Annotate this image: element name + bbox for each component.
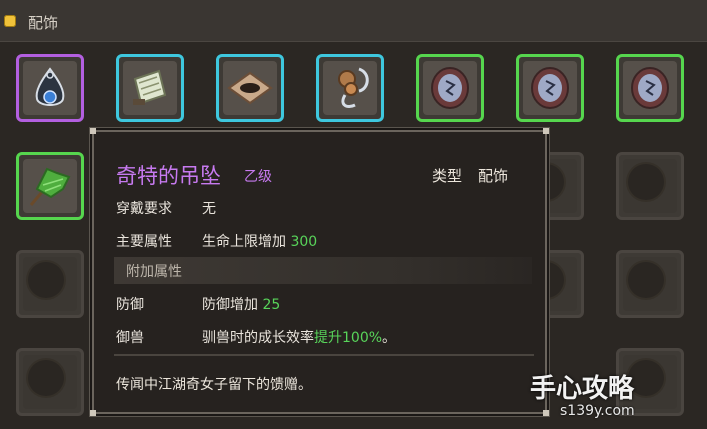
watermark-brand: 手心攻略	[530, 374, 635, 404]
item-slot-medallion-2[interactable]	[516, 54, 584, 122]
item-slot-empty[interactable]	[616, 250, 684, 318]
item-slot-pendant[interactable]	[16, 54, 84, 122]
item-slot-medallion-3[interactable]	[616, 54, 684, 122]
main-attr-label: 主要属性	[116, 234, 172, 250]
item-slot-eye-talisman[interactable]	[216, 54, 284, 122]
eye-talisman-icon	[227, 71, 273, 105]
extra-attr-title: 附加属性	[126, 264, 182, 280]
extra-attr-label: 防御	[116, 297, 144, 313]
requirement-value: 无	[202, 201, 216, 217]
item-slot-hook-gourd[interactable]	[316, 54, 384, 122]
extra-attr-line: 防御增加 25	[202, 294, 280, 314]
flavor-text: 传闻中江湖奇女子留下的馈赠。	[116, 377, 312, 393]
main-attr-line: 生命上限增加 300	[202, 231, 317, 251]
category-header: 配饰	[0, 0, 707, 42]
item-name: 奇特的吊坠	[116, 164, 221, 188]
item-slot-empty[interactable]	[616, 152, 684, 220]
extra-attr-value: 提升100%	[314, 330, 383, 346]
extra-attr-text: 驯兽时的成长效率	[202, 330, 314, 346]
item-slot-empty[interactable]	[16, 348, 84, 416]
scroll-icon	[133, 69, 167, 105]
medallion-icon	[531, 67, 569, 109]
pendant-icon	[35, 67, 65, 106]
item-grade: 乙级	[244, 169, 272, 185]
item-slot-herb[interactable]	[16, 152, 84, 220]
medallion-icon	[431, 67, 469, 109]
extra-attr-suffix: 。	[382, 330, 397, 346]
divider	[114, 354, 534, 356]
medallion-icon	[631, 67, 669, 109]
main-attr-value: 300	[290, 234, 318, 250]
category-title: 配饰	[28, 14, 59, 32]
extra-attr-value: 25	[262, 297, 281, 313]
main-attr-text: 生命上限增加	[202, 234, 286, 250]
extra-attr-label: 御兽	[116, 330, 144, 346]
herb-icon	[29, 167, 71, 206]
watermark-url: s139y.com	[560, 403, 635, 419]
category-icon	[4, 15, 16, 27]
extra-attr-header: 附加属性	[114, 257, 532, 284]
item-slot-empty[interactable]	[16, 250, 84, 318]
hook-gourd-icon	[338, 67, 369, 109]
type-value: 配饰	[478, 167, 509, 185]
extra-attr-line: 驯兽时的成长效率提升100%。	[202, 327, 396, 347]
item-tooltip: 奇特的吊坠 乙级 类型 配饰 穿戴要求 无 主要属性 生命上限增加 300 附加…	[90, 128, 549, 416]
requirement-label: 穿戴要求	[116, 201, 172, 217]
type-label: 类型	[432, 167, 463, 185]
item-slot-medallion-1[interactable]	[416, 54, 484, 122]
extra-attr-text: 防御增加	[202, 297, 258, 313]
item-slot-scroll[interactable]	[116, 54, 184, 122]
